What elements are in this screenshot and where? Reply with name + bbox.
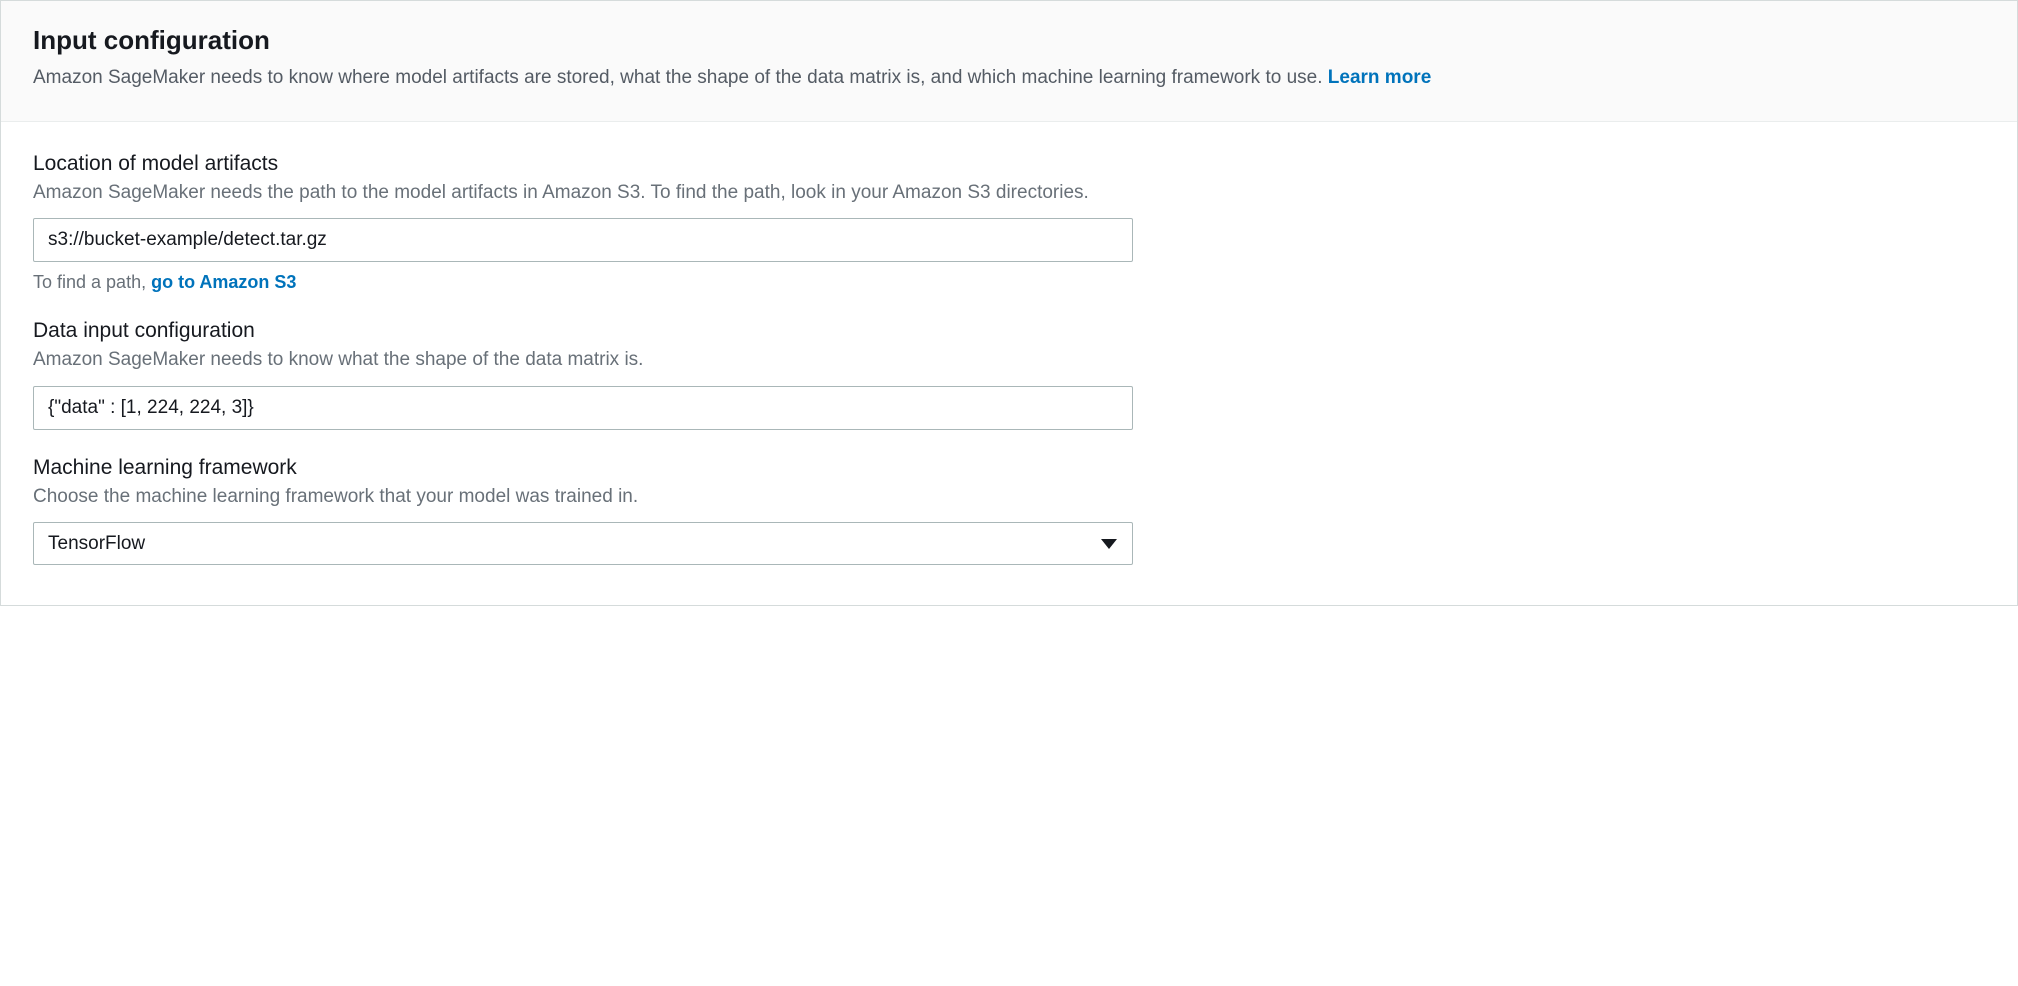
panel-subtitle: Amazon SageMaker needs to know where mod… xyxy=(33,64,1985,93)
artifacts-helper-text: To find a path, xyxy=(33,272,151,292)
framework-select[interactable]: TensorFlow xyxy=(33,522,1133,565)
artifacts-input[interactable] xyxy=(33,218,1133,262)
data-input-label: Data input configuration xyxy=(33,319,1985,343)
artifacts-group: Location of model artifacts Amazon SageM… xyxy=(33,152,1985,294)
panel-body: Location of model artifacts Amazon SageM… xyxy=(1,122,2017,606)
input-configuration-panel: Input configuration Amazon SageMaker nee… xyxy=(0,0,2018,606)
data-input-input[interactable] xyxy=(33,386,1133,430)
artifacts-label: Location of model artifacts xyxy=(33,152,1985,176)
data-input-hint: Amazon SageMaker needs to know what the … xyxy=(33,347,1985,374)
artifacts-hint: Amazon SageMaker needs the path to the m… xyxy=(33,180,1985,207)
panel-title: Input configuration xyxy=(33,25,1985,56)
framework-select-wrapper: TensorFlow xyxy=(33,522,1133,565)
go-to-s3-link[interactable]: go to Amazon S3 xyxy=(151,272,296,292)
panel-header: Input configuration Amazon SageMaker nee… xyxy=(1,1,2017,122)
data-input-group: Data input configuration Amazon SageMake… xyxy=(33,319,1985,430)
artifacts-helper: To find a path, go to Amazon S3 xyxy=(33,272,1985,293)
framework-group: Machine learning framework Choose the ma… xyxy=(33,456,1985,566)
learn-more-link[interactable]: Learn more xyxy=(1328,67,1431,88)
framework-hint: Choose the machine learning framework th… xyxy=(33,484,1985,511)
framework-label: Machine learning framework xyxy=(33,456,1985,480)
panel-subtitle-text: Amazon SageMaker needs to know where mod… xyxy=(33,67,1328,88)
